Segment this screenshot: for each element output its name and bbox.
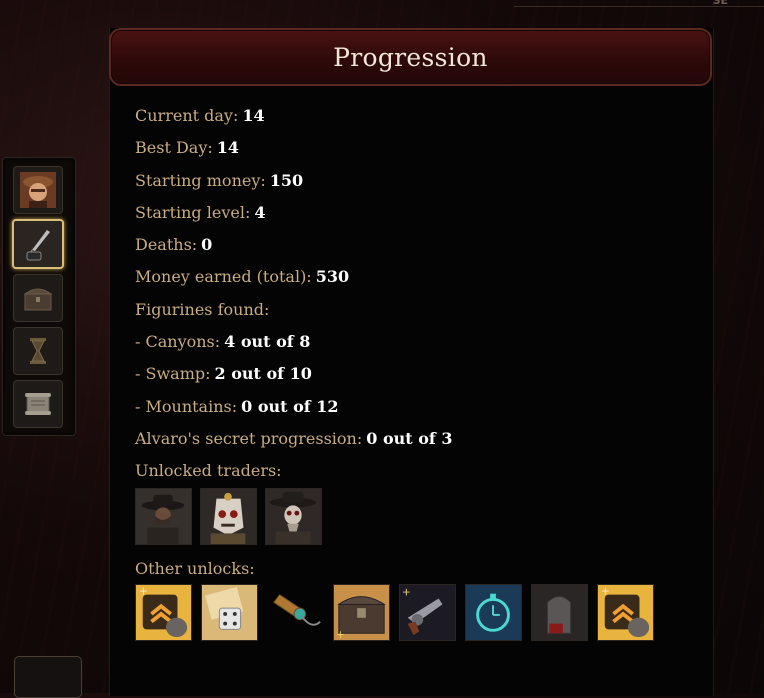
unlock-slot[interactable]: +: [399, 584, 456, 641]
money-bag-upgrade-icon: +: [136, 585, 191, 640]
skull-mask-trader-icon: [201, 489, 256, 544]
unlock-slot[interactable]: +: [333, 584, 390, 641]
traders-heading: Unlocked traders:: [135, 461, 282, 481]
unlock-slot[interactable]: [267, 584, 324, 641]
dice-scroll-icon: [202, 585, 257, 640]
compass-strip: SE: [514, 0, 764, 8]
tab-progression[interactable]: [12, 219, 64, 269]
tab-quests[interactable]: [13, 380, 63, 428]
svg-text:+: +: [402, 586, 411, 599]
spyglass-icon: [268, 585, 323, 640]
tab-inventory[interactable]: [13, 274, 63, 322]
unlock-slot[interactable]: +: [597, 584, 654, 641]
cowboy-trader-icon: [136, 489, 191, 544]
unlock-slot[interactable]: [465, 584, 522, 641]
money-bag-upgrade-icon: +: [598, 585, 653, 640]
trader-slot[interactable]: [265, 488, 322, 545]
trader-slot[interactable]: [200, 488, 257, 545]
stat-starting-money: Starting money: 150: [135, 170, 304, 190]
traders-icon-row: [135, 488, 322, 545]
tab-character[interactable]: [13, 166, 63, 214]
skeleton-hat-trader-icon: [266, 489, 321, 544]
quill-inkwell-icon: [26, 230, 50, 261]
svg-text:+: +: [336, 628, 345, 640]
unlock-slot[interactable]: [201, 584, 258, 641]
chest-icon: [23, 288, 53, 311]
stat-starting-level: Starting level: 4: [135, 202, 266, 222]
svg-text:+: +: [139, 585, 148, 598]
panel-header: Progression: [109, 28, 712, 86]
character-portrait-icon: [20, 172, 56, 208]
stats-list: Current day: 14 Best Day: 14 Starting mone…: [135, 103, 695, 491]
stat-figurines-heading: Figurines found:: [135, 299, 270, 319]
compass-label: SE: [712, 0, 728, 7]
tab-history[interactable]: [13, 327, 63, 375]
stat-deaths: Deaths: 0: [135, 235, 213, 255]
page-title: Progression: [333, 42, 488, 72]
stat-canyons: - Canyons: 4 out of 8: [135, 332, 311, 352]
side-tab-bar: [2, 157, 76, 436]
map-thumbnail[interactable]: [14, 656, 82, 698]
unlock-slot[interactable]: +: [135, 584, 192, 641]
revolver-icon: +: [400, 585, 455, 640]
stat-money-earned: Money earned (total): 530: [135, 267, 350, 287]
pocket-watch-icon: [466, 585, 521, 640]
svg-text:+: +: [601, 585, 610, 598]
stat-alvaro-secret: Alvaro's secret progression: 0 out of 3: [135, 428, 453, 448]
hourglass-icon: [30, 338, 46, 364]
unlocks-icon-row: + + + +: [135, 584, 654, 641]
treasure-chest-icon: +: [334, 585, 389, 640]
scroll-icon: [25, 393, 51, 415]
stat-current-day: Current day: 14: [135, 106, 265, 125]
stat-mountains: - Mountains: 0 out of 12: [135, 396, 339, 416]
tombstone-icon: [532, 585, 587, 640]
trader-slot[interactable]: [135, 488, 192, 545]
unlock-slot[interactable]: [531, 584, 588, 641]
stat-best-day: Best Day: 14: [135, 138, 240, 158]
stat-swamp: - Swamp: 2 out of 10: [135, 364, 312, 384]
